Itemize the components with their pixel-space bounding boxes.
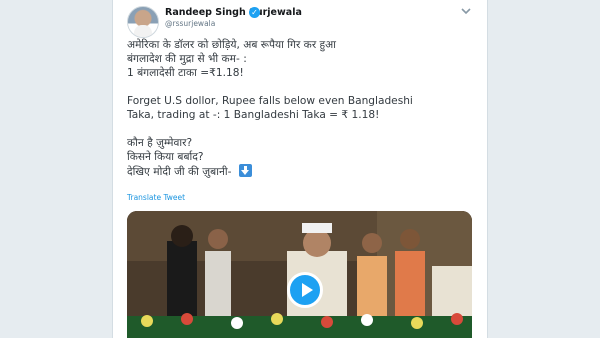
tweet-text-line: किसने किया बर्बाद? <box>127 151 204 163</box>
tweet-text-line: Taka, trading at -: 1 Bangladeshi Taka =… <box>127 109 380 121</box>
tweet-text: अमेरिका के डॉलर को छोड़िये, अब रूपैया गि… <box>127 38 477 179</box>
tweet-text-line: 1 बंगलादेसी टाका =₹1.18! <box>127 67 244 79</box>
tweet-text-line: कौन है ज़ुम्मेवार? <box>127 137 193 149</box>
translate-tweet-link[interactable]: Translate Tweet <box>127 193 185 202</box>
play-icon[interactable] <box>287 272 323 308</box>
tweet-text-line: अमेरिका के डॉलर को छोड़िये, अब रूपैया गि… <box>127 39 336 51</box>
verified-badge-icon: ✓ <box>249 7 260 18</box>
display-name[interactable]: Randeep Singh Surjewala <box>165 7 302 18</box>
avatar[interactable] <box>127 6 159 38</box>
tweet-text-line: बंगलादेश की मुद्रा से भी कम- : <box>127 53 247 65</box>
tweet-text-line: देखिए मोदी जी की ज़ुबानी- <box>127 166 232 178</box>
tweet-text-line-last: देखिए मोदी जी की ज़ुबानी- <box>127 164 477 179</box>
down-arrow-emoji-icon <box>239 164 253 177</box>
chevron-down-icon[interactable] <box>459 5 473 17</box>
tweet-card: Randeep Singh Surjewala ✓ @rssurjewala अ… <box>112 0 488 338</box>
user-handle[interactable]: @rssurjewala <box>165 19 215 28</box>
video-player[interactable] <box>127 211 472 338</box>
tweet-text-line: Forget U.S dollor, Rupee falls below eve… <box>127 95 413 107</box>
